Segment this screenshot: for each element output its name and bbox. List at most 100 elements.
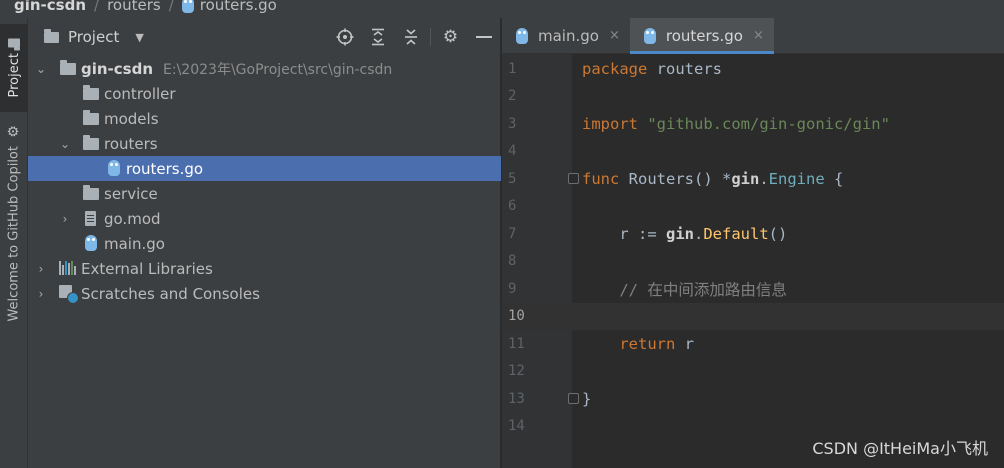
code-line[interactable]: 11 return r bbox=[502, 330, 1004, 358]
hide-icon[interactable] bbox=[467, 18, 500, 56]
line-number: 13 bbox=[508, 390, 525, 407]
code-text: package routers bbox=[582, 60, 722, 78]
scratches-icon bbox=[59, 285, 79, 304]
code-line[interactable]: 12 bbox=[502, 358, 1004, 386]
tab-routers-go[interactable]: routers.go × bbox=[629, 18, 774, 54]
breadcrumb-separator: / bbox=[168, 0, 174, 14]
breadcrumb-separator: / bbox=[94, 0, 100, 14]
code-token: { bbox=[824, 169, 844, 188]
code-token: () bbox=[768, 224, 788, 243]
code-line[interactable]: 7 r := gin.Default() bbox=[502, 220, 1004, 248]
tree-item-models[interactable]: models bbox=[28, 106, 501, 131]
tool-tab-copilot[interactable]: Welcome to GitHub Copilot ⚙ bbox=[0, 118, 28, 328]
fold-marker-icon[interactable] bbox=[568, 393, 579, 405]
project-view-selector[interactable]: Project bbox=[68, 28, 119, 46]
project-panel-header: Project ▼ ⚙ bbox=[28, 18, 500, 56]
code-token: gin bbox=[666, 224, 694, 243]
tree-item-main-go[interactable]: main.go bbox=[28, 231, 501, 256]
code-line[interactable]: 4 bbox=[502, 138, 1004, 166]
code-token: return bbox=[619, 334, 676, 353]
breadcrumb-root[interactable]: gin-csdn bbox=[14, 0, 86, 14]
code-line[interactable]: 10 bbox=[502, 302, 1004, 330]
breadcrumb-file[interactable]: routers.go bbox=[200, 0, 277, 14]
code-line[interactable]: 5 func Routers() *gin.Engine { bbox=[502, 165, 1004, 193]
tree-item-routers-go[interactable]: routers.go bbox=[28, 156, 501, 181]
code-line[interactable]: 8 bbox=[502, 248, 1004, 276]
code-area[interactable]: 1 package routers 2 3 import "github.com/gin… bbox=[502, 54, 1004, 468]
line-number: 3 bbox=[508, 115, 517, 132]
folder-icon bbox=[83, 135, 99, 150]
code-token: Default bbox=[703, 224, 769, 243]
code-text: return r bbox=[582, 335, 694, 353]
project-path: E:\2023年\GoProject\src\gin-csdn bbox=[163, 61, 393, 78]
code-token: import bbox=[582, 114, 638, 133]
chevron-down-icon[interactable]: ⌄ bbox=[58, 137, 72, 151]
folder-icon bbox=[44, 28, 59, 43]
folder-icon bbox=[83, 110, 99, 125]
code-token: routers bbox=[647, 59, 722, 78]
code-token: . bbox=[759, 169, 769, 188]
tab-main-go[interactable]: main.go × bbox=[502, 18, 630, 53]
locate-icon[interactable] bbox=[328, 18, 361, 56]
line-number: 9 bbox=[508, 280, 517, 297]
expand-all-icon[interactable] bbox=[361, 18, 394, 56]
code-token: gin bbox=[731, 169, 760, 188]
tree-item-scratches[interactable]: › Scratches and Consoles bbox=[28, 281, 501, 306]
line-number: 7 bbox=[508, 225, 517, 242]
code-token: r := bbox=[582, 224, 666, 243]
chevron-down-icon[interactable]: ⌄ bbox=[34, 62, 48, 76]
code-token: package bbox=[582, 59, 648, 78]
code-line[interactable]: 13} bbox=[502, 385, 1004, 413]
code-line[interactable]: 3 import "github.com/gin-gonic/gin" bbox=[502, 110, 1004, 138]
chevron-right-icon[interactable]: › bbox=[34, 262, 48, 276]
line-number: 4 bbox=[508, 143, 517, 160]
line-number: 5 bbox=[508, 170, 517, 187]
fold-marker-icon[interactable] bbox=[568, 173, 579, 185]
tree-item-label: gin-csdn bbox=[81, 59, 154, 78]
tree-item-service[interactable]: service bbox=[28, 181, 501, 206]
go-file-icon bbox=[643, 27, 656, 44]
tree-item-controller[interactable]: controller bbox=[28, 81, 501, 106]
tree-item-go-mod[interactable]: › go.mod bbox=[28, 206, 501, 231]
code-token: } bbox=[582, 389, 592, 408]
line-number: 12 bbox=[508, 363, 525, 380]
line-number: 6 bbox=[508, 198, 517, 215]
close-icon[interactable]: × bbox=[609, 28, 620, 43]
toolbar-divider bbox=[430, 28, 431, 46]
line-number: 10 bbox=[502, 302, 572, 330]
chevron-right-icon[interactable]: › bbox=[58, 212, 72, 226]
tree-item-gin-csdn[interactable]: ⌄ gin-csdn E:\2023年\GoProject\src\gin-csd… bbox=[28, 56, 501, 81]
folder-icon bbox=[83, 85, 99, 100]
code-token: "github.com/gin-gonic/gin" bbox=[647, 114, 890, 133]
code-text: import "github.com/gin-gonic/gin" bbox=[582, 115, 890, 133]
code-token: Routers() * bbox=[619, 169, 732, 188]
project-tree: ⌄ gin-csdn E:\2023年\GoProject\src\gin-csd… bbox=[28, 56, 501, 306]
tree-item-label: go.mod bbox=[104, 209, 161, 228]
code-token: . bbox=[694, 224, 704, 243]
tool-tab-project[interactable]: Project bbox=[0, 24, 28, 112]
code-line[interactable]: 2 bbox=[502, 83, 1004, 111]
chevron-down-icon[interactable]: ▼ bbox=[135, 31, 143, 44]
tool-tab-copilot-label: Welcome to GitHub Copilot bbox=[6, 146, 22, 322]
go-file-icon bbox=[108, 160, 120, 176]
go-file-icon bbox=[181, 0, 194, 13]
tree-item-external-libraries[interactable]: › External Libraries bbox=[28, 256, 501, 281]
gear-icon[interactable]: ⚙ bbox=[434, 18, 467, 56]
line-number: 8 bbox=[508, 253, 517, 270]
code-line[interactable]: 1 package routers bbox=[502, 55, 1004, 83]
tab-label: routers.go bbox=[665, 26, 743, 45]
line-number: 1 bbox=[508, 60, 517, 77]
tree-item-label: routers.go bbox=[126, 159, 204, 178]
go-file-icon bbox=[516, 27, 528, 44]
tree-item-routers[interactable]: ⌄ routers bbox=[28, 131, 501, 156]
close-icon[interactable]: × bbox=[753, 28, 764, 43]
line-number: 11 bbox=[508, 335, 525, 352]
tool-tab-project-label: Project bbox=[6, 53, 22, 98]
code-line[interactable]: 6 bbox=[502, 193, 1004, 221]
code-token: r bbox=[675, 334, 694, 353]
collapse-all-icon[interactable] bbox=[394, 18, 427, 56]
breadcrumb-folder[interactable]: routers bbox=[107, 0, 161, 14]
code-line[interactable]: 9 // 在中间添加路由信息 bbox=[502, 275, 1004, 303]
chevron-right-icon[interactable]: › bbox=[34, 287, 48, 301]
line-number: 14 bbox=[508, 418, 525, 435]
